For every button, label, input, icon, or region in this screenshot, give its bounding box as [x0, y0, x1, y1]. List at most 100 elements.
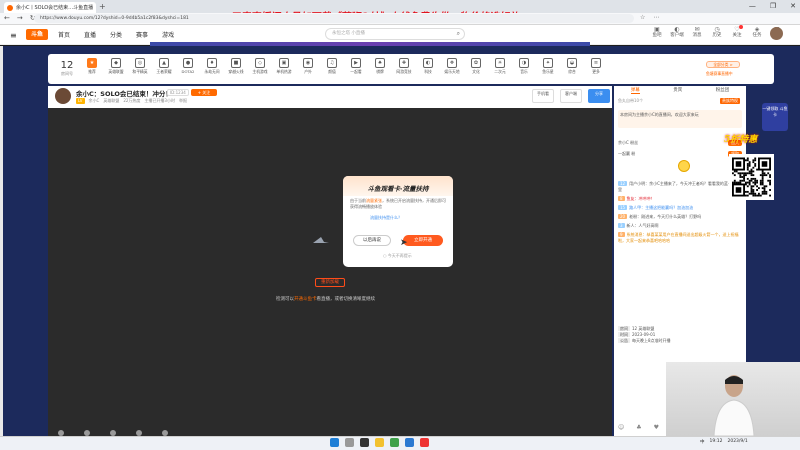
stream-title: 余小C：SOLO会已结束！冲分！	[76, 90, 172, 98]
category-label: 推荐	[88, 69, 96, 74]
dialog-help-link[interactable]: 流量扶持是什么？	[370, 215, 402, 221]
more-icon[interactable]: ⋯	[653, 14, 659, 21]
room-id-badge: ID:1234	[167, 89, 189, 96]
category-item[interactable]: ◆ 英雄联盟	[104, 58, 128, 75]
nav-events[interactable]: 赛事	[136, 30, 148, 39]
windows-start-icon[interactable]	[330, 438, 339, 447]
browser-tab[interactable]: 余小C丨SOLO会已结束…斗鱼直播	[4, 2, 96, 13]
forward-icon[interactable]: →	[17, 14, 23, 22]
category-item[interactable]: ■ 穿越火线	[224, 58, 248, 75]
category-item[interactable]: ♦ 永劫无间	[200, 58, 224, 75]
category-item[interactable]: ♫ 颜值	[320, 58, 344, 75]
later-button[interactable]: 以后再说	[353, 235, 391, 246]
follow-list-button[interactable]: ♡ 关注	[730, 27, 744, 39]
category-label: 户外	[304, 69, 312, 74]
edge-icon[interactable]	[405, 438, 414, 447]
category-label: 颜值	[328, 69, 336, 74]
tab-danmu[interactable]: 弹幕	[630, 87, 640, 94]
category-item[interactable]: ✚ 网游竞技	[392, 58, 416, 75]
all-categories-button[interactable]: 全部分类 >	[706, 61, 740, 68]
open-card-link[interactable]: 开通斗鱼卡	[294, 297, 317, 302]
browser-icon[interactable]	[390, 438, 399, 447]
new-tab-button[interactable]: +	[99, 2, 106, 12]
category-item[interactable]: ● DOTA2	[176, 58, 200, 75]
menu-icon[interactable]: ≡	[10, 31, 17, 40]
tab-vip[interactable]: 贵宾	[673, 87, 682, 94]
category-item[interactable]: ◒ 综合	[560, 58, 584, 75]
search-taskbar-icon[interactable]	[345, 438, 354, 447]
tab-fans[interactable]: 粉丝团	[716, 87, 730, 94]
minimize-icon[interactable]: —	[749, 2, 756, 10]
event-live-link[interactable]: 鱼塘赛事直播中	[706, 71, 733, 77]
category-label: 棋牌	[376, 69, 384, 74]
ime-indicator[interactable]: 中	[700, 439, 705, 445]
chat-messages: 12 用户小明：余小C主播来了，今天冲王者吗？看看我的蓝卡在哪里 8 鱼友：冲冲冲！ 1…	[618, 181, 740, 247]
category-item[interactable]: ♠ 棋牌	[368, 58, 392, 75]
gift-icon[interactable]: ♣	[636, 424, 641, 431]
task-view-icon[interactable]	[360, 438, 369, 447]
douyu-logo[interactable]: 斗鱼	[26, 29, 48, 40]
follow-button[interactable]: + 关注	[191, 89, 217, 96]
streamer-name[interactable]: 余小C	[89, 98, 100, 104]
category-icon: ■	[231, 58, 241, 68]
taskbar-icons	[330, 438, 429, 447]
clock-date[interactable]: 2023/9/1	[727, 439, 747, 445]
category-item[interactable]: ◇ 主机游戏	[248, 58, 272, 75]
user-level-badge: 20	[618, 214, 628, 219]
category-item[interactable]: ≡ 更多	[584, 58, 608, 75]
category-icon: ◐	[423, 58, 433, 68]
nav-live[interactable]: 直播	[84, 30, 96, 39]
nav-games[interactable]: 游戏	[162, 30, 174, 39]
nav-category[interactable]: 分类	[110, 30, 122, 39]
emoji-icon[interactable]: ☺	[618, 424, 624, 431]
nav-home[interactable]: 首页	[58, 30, 70, 39]
like-icon[interactable]: ♥	[654, 424, 659, 431]
reload-button[interactable]: 重新加载	[315, 278, 345, 287]
url-field[interactable]: https://www.douyu.com/12?dyshid=0-9d4b5a…	[34, 14, 634, 23]
tab-title: 余小C丨SOLO会已结束…斗鱼直播	[16, 5, 94, 11]
category-item[interactable]: ✦ 鱼乐星	[536, 58, 560, 75]
chat-text: 新人：人气好高啊	[626, 223, 659, 228]
category-item[interactable]: ▶ 一起看	[344, 58, 368, 75]
category-item[interactable]: ❖ 娱乐天地	[440, 58, 464, 75]
category-label: 单机热游	[276, 69, 292, 74]
clock-time[interactable]: 19:12	[710, 439, 723, 445]
report-link[interactable]: 举报	[179, 98, 187, 104]
category-item[interactable]: ◉ 户外	[296, 58, 320, 75]
category-item[interactable]: ▣ 单机热游	[272, 58, 296, 75]
promo-badge[interactable]: 一键领取 斗鱼卡	[762, 103, 788, 131]
streamer-avatar[interactable]	[55, 88, 71, 104]
client-button[interactable]: ◐ 客户端	[670, 27, 684, 39]
stream-category[interactable]: 英雄联盟	[103, 98, 119, 104]
favorite-star-icon[interactable]: ☆	[640, 14, 645, 21]
message-button[interactable]: ✉ 消息	[690, 27, 704, 39]
dont-remind-checkbox[interactable]: ○ 今天不再提示	[383, 253, 412, 259]
category-item[interactable]: ▲ 王者荣耀	[152, 58, 176, 75]
share-button[interactable]: 分享	[588, 89, 610, 103]
history-button[interactable]: ◷ 历史	[710, 27, 724, 39]
maximize-icon[interactable]: ❐	[770, 2, 776, 10]
back-icon[interactable]: ←	[4, 14, 10, 22]
explorer-icon[interactable]	[375, 438, 384, 447]
task-button[interactable]: ◈ 任务	[750, 27, 764, 39]
category-item[interactable]: ◐ 科技	[416, 58, 440, 75]
client-watch-button[interactable]: 客户端	[560, 89, 582, 103]
close-icon[interactable]: ✕	[790, 2, 796, 10]
category-item[interactable]: ◑ 音乐	[512, 58, 536, 75]
category-item[interactable]: ✿ 文化	[464, 58, 488, 75]
noble-privilege-button[interactable]: 贵族特权	[720, 98, 740, 104]
app-icon[interactable]	[420, 438, 429, 447]
search-input[interactable]: 永恒之塔 小直播 ⌕	[325, 28, 465, 40]
open-now-button[interactable]: 立即开通	[403, 235, 443, 246]
search-icon[interactable]: ⌕	[457, 29, 460, 39]
mobile-watch-button[interactable]: 手机看	[532, 89, 554, 103]
heat-count: 22万热度	[123, 98, 141, 103]
user-avatar[interactable]	[770, 27, 783, 40]
category-item[interactable]: ◎ 和平精英	[128, 58, 152, 75]
category-item[interactable]: ☀ 二次元	[488, 58, 512, 75]
category-icon: ☀	[495, 58, 505, 68]
fishbar-button[interactable]: ▣ 鱼吧	[650, 27, 664, 39]
category-icon: ◇	[255, 58, 265, 68]
video-player[interactable]	[48, 108, 612, 434]
category-item[interactable]: ★ 推荐	[80, 58, 104, 75]
